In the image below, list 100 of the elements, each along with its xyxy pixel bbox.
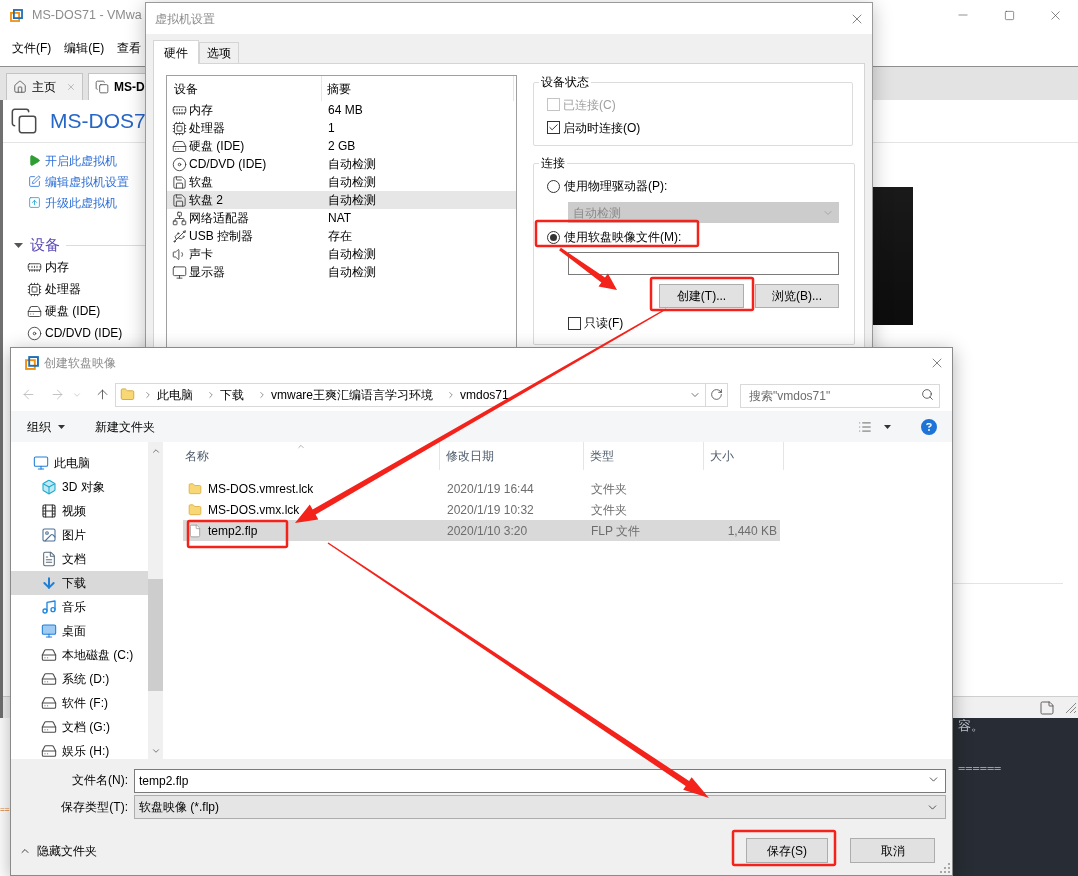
breadcrumb-item[interactable]: vmdos71 — [460, 385, 509, 404]
window-title: MS-DOS71 - VMwa — [32, 6, 142, 24]
list-view-icon — [858, 419, 872, 434]
scrollbar[interactable] — [148, 442, 163, 759]
note-icon — [1039, 699, 1055, 716]
command-button[interactable]: 新建文件夹 — [95, 414, 155, 439]
file-name: temp2.flp — [208, 522, 258, 540]
caret-icon — [884, 424, 891, 429]
nav-item[interactable]: 图片 — [11, 523, 148, 547]
tab[interactable]: MS-D — [88, 73, 145, 100]
nav-item[interactable]: 3D 对象 — [11, 475, 148, 499]
table-row[interactable]: CD/DVD (IDE) 自动检测 — [167, 155, 516, 173]
checkbox[interactable] — [568, 316, 581, 330]
hide-folders-button[interactable]: 隐藏文件夹 — [19, 839, 97, 862]
cube-icon — [41, 479, 57, 495]
action-link[interactable]: 编辑虚拟机设置 — [28, 171, 129, 192]
nav-item[interactable]: 音乐 — [11, 595, 148, 619]
action-link[interactable]: 升级此虚拟机 — [28, 192, 117, 213]
folder-icon — [188, 481, 202, 496]
command-button[interactable]: 组织 — [27, 414, 65, 439]
nav-item[interactable]: 此电脑 — [11, 451, 148, 475]
dialog-button[interactable]: 保存(S) — [746, 838, 828, 863]
tab[interactable]: 主页 — [6, 73, 83, 100]
app-icon — [25, 356, 39, 370]
table-row[interactable]: 软盘 2 自动检测 — [167, 191, 516, 209]
column-header[interactable]: 摘要 — [322, 76, 514, 101]
column-header[interactable]: 类型 — [584, 442, 704, 470]
radio-button[interactable] — [547, 179, 560, 193]
dialog-button[interactable]: 创建(T)... — [659, 284, 744, 308]
breadcrumb-item[interactable]: 下载 — [220, 385, 244, 404]
device-item[interactable]: 硬盘 (IDE) — [27, 300, 101, 322]
dialog-button[interactable]: 取消 — [850, 838, 935, 863]
nav-item[interactable]: 娱乐 (H:) — [11, 739, 148, 759]
table-row[interactable]: 硬盘 (IDE) 2 GB — [167, 137, 516, 155]
table-row[interactable]: 声卡 自动检测 — [167, 245, 516, 263]
nav-item[interactable]: 文档 — [11, 547, 148, 571]
monitor-icon — [41, 623, 57, 639]
tab[interactable]: 硬件 — [153, 40, 199, 64]
dialog-button[interactable]: 浏览(B)... — [755, 284, 839, 308]
action-link[interactable]: 开启此虚拟机 — [28, 150, 117, 171]
nav-item[interactable]: 系统 (D:) — [11, 667, 148, 691]
tab[interactable]: 选项 — [199, 42, 239, 63]
refresh-icon — [710, 388, 723, 401]
edit-icon — [28, 175, 41, 188]
breadcrumb-item[interactable]: vmware王爽汇编语言学习环境 — [271, 385, 433, 404]
annotation-arrow — [559, 247, 617, 290]
file-name-field[interactable]: temp2.flp — [134, 769, 946, 793]
scrollbar-thumb[interactable] — [148, 579, 163, 691]
table-row[interactable]: 处理器 1 — [167, 119, 516, 137]
monitor-icon — [33, 455, 49, 471]
device-name: 显示器 — [189, 264, 225, 281]
checkbox[interactable] — [547, 121, 560, 134]
menu-item[interactable]: 查看 — [117, 39, 142, 57]
document-icon — [41, 551, 57, 567]
play-icon — [28, 154, 41, 167]
table-row[interactable]: USB 控制器 存在 — [167, 227, 516, 245]
table-row[interactable]: 显示器 自动检测 — [167, 263, 516, 281]
device-name: USB 控制器 — [189, 228, 253, 245]
address-bar[interactable]: 此电脑 下载 vmware王爽汇编语言学习环境 vmdos71 — [115, 382, 728, 407]
device-item[interactable]: 内存 — [27, 256, 69, 278]
hard-drive-icon — [41, 647, 57, 663]
device-name: 软盘 — [189, 174, 213, 191]
column-header[interactable]: 设备 — [167, 76, 322, 101]
help-button[interactable] — [921, 418, 937, 435]
device-name: 硬盘 (IDE) — [189, 138, 245, 155]
nav-item[interactable]: 下载 — [11, 571, 148, 595]
editor-text: 容。 — [958, 718, 984, 734]
file-type: 文件夹 — [590, 480, 628, 498]
radio-button[interactable] — [547, 230, 560, 244]
option-label: 启动时连接(O) — [563, 119, 641, 137]
nav-item[interactable]: 软件 (F:) — [11, 691, 148, 715]
table-row[interactable]: 内存 64 MB — [167, 101, 516, 119]
group-title: 设备状态 — [540, 75, 590, 89]
search-field[interactable]: 搜索"vmdos71" — [740, 383, 940, 408]
file-row[interactable]: MS-DOS.vmrest.lck 2020/1/19 16:44 文件夹 — [183, 478, 780, 499]
close-icon — [66, 82, 76, 92]
resize-grip-icon — [940, 863, 950, 873]
file-row[interactable]: MS-DOS.vmx.lck 2020/1/19 10:32 文件夹 — [183, 499, 780, 520]
option-label: 使用物理驱动器(P): — [564, 178, 668, 195]
file-row[interactable]: temp2.flp 2020/1/10 3:20 FLP 文件 1,440 KB — [183, 520, 780, 541]
menu-item[interactable]: 编辑(E) — [64, 39, 105, 57]
table-row[interactable]: 网络适配器 NAT — [167, 209, 516, 227]
image-path-field[interactable] — [568, 252, 839, 275]
image-icon — [41, 527, 57, 543]
device-item[interactable]: CD/DVD (IDE) — [27, 322, 123, 344]
column-header[interactable]: 大小 — [704, 442, 784, 470]
option-label: 已连接(C) — [563, 96, 616, 114]
menu-item[interactable]: 文件(F) — [12, 39, 52, 57]
nav-item[interactable]: 本地磁盘 (C:) — [11, 643, 148, 667]
column-header[interactable]: 修改日期 — [440, 442, 584, 470]
table-row[interactable]: 软盘 自动检测 — [167, 173, 516, 191]
device-item[interactable]: 处理器 — [27, 278, 81, 300]
device-summary: 2 GB — [327, 138, 356, 155]
caret-icon[interactable] — [14, 242, 23, 248]
file-type-select[interactable]: 软盘映像 (*.flp) — [134, 795, 946, 819]
nav-item[interactable]: 视频 — [11, 499, 148, 523]
nav-item[interactable]: 文档 (G:) — [11, 715, 148, 739]
nav-item[interactable]: 桌面 — [11, 619, 148, 643]
cpu-icon — [27, 281, 42, 297]
breadcrumb-item[interactable]: 此电脑 — [157, 385, 193, 404]
